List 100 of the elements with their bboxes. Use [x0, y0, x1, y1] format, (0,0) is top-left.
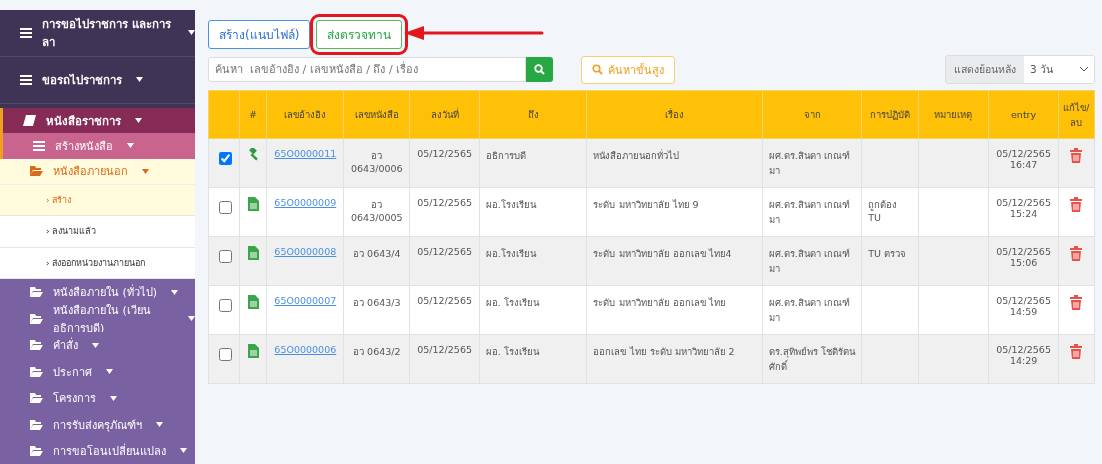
sidebar-item[interactable]: › ลงนามแล้ว [0, 216, 195, 248]
row-checkbox[interactable] [219, 152, 232, 165]
table-cell: ผอ.โรงเรียน [479, 187, 587, 237]
sidebar-item[interactable]: ขอรถไปราชการ [0, 56, 195, 104]
column-header: การปฏิบัติ [861, 90, 919, 139]
caret-icon [92, 342, 99, 348]
sidebar-item[interactable]: การรับส่งครุภัณฑ์ฯ [0, 411, 195, 438]
list-icon [20, 74, 32, 85]
reference-link[interactable]: 65O0000007 [274, 295, 337, 306]
caret-icon [135, 118, 142, 123]
row-checkbox[interactable] [219, 299, 232, 312]
sidebar-item[interactable]: โครงการ [0, 384, 195, 412]
sidebar-item[interactable]: ประกาศ [0, 358, 195, 385]
column-header: ถึง [479, 90, 587, 139]
table-cell: อว 0643/2 [343, 334, 410, 384]
table-cell: อว 0643/3 [343, 285, 410, 335]
caret-icon [142, 168, 149, 174]
table-cell: 05/12/2565 [409, 334, 480, 384]
column-header: เรื่อง [587, 90, 763, 139]
column-header: # [239, 90, 267, 139]
table-cell: อว 0643/0006 [343, 138, 410, 188]
table-cell: 05/12/2565 15:06 [988, 236, 1059, 286]
table-cell: TU ตรวจ [861, 236, 919, 286]
column-header: จาก [762, 90, 862, 139]
document-icon [247, 295, 259, 309]
book-icon [23, 115, 36, 126]
folder-icon [30, 166, 43, 177]
table-cell: ผอ.โรงเรียน [479, 236, 587, 286]
row-checkbox[interactable] [219, 348, 232, 361]
folder-icon [30, 419, 43, 430]
sidebar-item[interactable]: คำสั่ง [0, 332, 195, 359]
table-cell: 05/12/2565 [409, 138, 480, 188]
list-icon [20, 27, 32, 38]
reference-link[interactable]: 65O0000006 [274, 344, 337, 355]
table-cell: ระดับ มหาวิทยาลัย ออกเลข ไทย [587, 285, 763, 335]
trash-icon[interactable] [1070, 295, 1083, 310]
sidebar-item[interactable]: หนังสือภายใน (เวียนอธิการบดี) [0, 305, 195, 333]
sidebar-item[interactable]: › สร้าง [0, 185, 195, 217]
table-cell: 05/12/2565 15:24 [988, 187, 1059, 237]
table-cell: 05/12/2565 [409, 236, 480, 286]
trash-icon[interactable] [1070, 148, 1083, 163]
table-cell: ออกเลข ไทย ระดับ มหาวิทยาลัย 2 [587, 334, 763, 384]
folder-icon [30, 393, 43, 404]
column-header: ลงวันที่ [409, 90, 480, 139]
sidebar-item[interactable]: การขอโอนเปลี่ยนแปลง [0, 437, 195, 464]
folder-icon [30, 313, 43, 324]
document-icon [247, 344, 259, 358]
table-cell: 05/12/2565 14:59 [988, 285, 1059, 335]
caret-icon [171, 289, 179, 295]
sidebar-item[interactable]: หนังสือภายนอก [0, 158, 195, 185]
caret-icon [188, 30, 195, 36]
folder-icon [30, 445, 43, 456]
table-cell: อธิการบดี [479, 138, 587, 188]
table-cell: อว 0643/4 [343, 236, 410, 286]
sidebar-item[interactable]: › ส่งออกหน่วยงานภายนอก [0, 247, 195, 279]
trash-icon[interactable] [1070, 344, 1083, 359]
table-cell: 05/12/2565 [409, 285, 480, 335]
sidebar-item[interactable]: สร้างหนังสือ [0, 133, 195, 159]
search-button[interactable] [526, 57, 553, 82]
folder-icon [30, 340, 43, 351]
table-cell: ผศ.ดร.สินดา เกณฑ์มา [762, 138, 862, 188]
caret-icon [188, 316, 195, 322]
table-cell: ถูกต้อง TU [861, 187, 919, 237]
table-cell: ดร.สุทิพย์พร โชติรัตนศักดิ์ [762, 334, 862, 384]
table-cell: ผศ.ดร.สินดา เกณฑ์มา [762, 285, 862, 335]
column-header: แก้ไข/ลบ [1058, 90, 1095, 139]
folder-icon [30, 287, 43, 297]
search-field[interactable]: ค้นหา เลขอ้างอิง / เลขหนังสือ / ถึง / เรื่อง [208, 57, 526, 82]
caret-icon [106, 369, 113, 375]
document-icon [247, 246, 259, 260]
caret-icon [110, 395, 117, 401]
reference-link[interactable]: 65O0000008 [274, 246, 337, 257]
table-cell: หนังสือภายนอกทั่วไป [587, 138, 763, 188]
table-cell: อว 0643/0005 [343, 187, 410, 237]
column-header: entry [988, 90, 1059, 139]
search-icon [592, 64, 603, 75]
caret-icon [127, 143, 134, 149]
tab[interactable]: สร้าง(แนบไฟล์) [208, 20, 311, 49]
column-header: เลขอ้างอิง [266, 90, 344, 139]
trash-icon[interactable] [1070, 197, 1083, 212]
sidebar-item[interactable]: หนังสือราชการ [0, 107, 195, 134]
table-cell: ผอ. โรงเรียน [479, 285, 587, 335]
reference-link[interactable]: 65O0000009 [274, 197, 337, 208]
table-cell: ผอ. โรงเรียน [479, 334, 587, 384]
reference-link[interactable]: 65O0000011 [274, 148, 337, 159]
search-icon [534, 64, 545, 75]
column-header: หมายเหตุ [918, 90, 989, 139]
table-cell: ผศ.ดร.สินดา เกณฑ์มา [762, 236, 862, 286]
caret-icon [156, 422, 163, 427]
document-icon [247, 197, 259, 211]
row-checkbox[interactable] [219, 201, 232, 214]
list-icon [33, 140, 45, 151]
gavel-icon [246, 148, 260, 161]
table-cell: ระดับ มหาวิทยาลัย ไทย 9 [587, 187, 763, 237]
row-checkbox[interactable] [219, 250, 232, 263]
sidebar-item[interactable]: การขอไปราชการ และการลา [0, 10, 195, 57]
table-cell: 05/12/2565 14:29 [988, 334, 1059, 384]
trash-icon[interactable] [1070, 246, 1083, 261]
table-cell: 05/12/2565 [409, 187, 480, 237]
table-cell: 05/12/2565 16:47 [988, 138, 1059, 188]
